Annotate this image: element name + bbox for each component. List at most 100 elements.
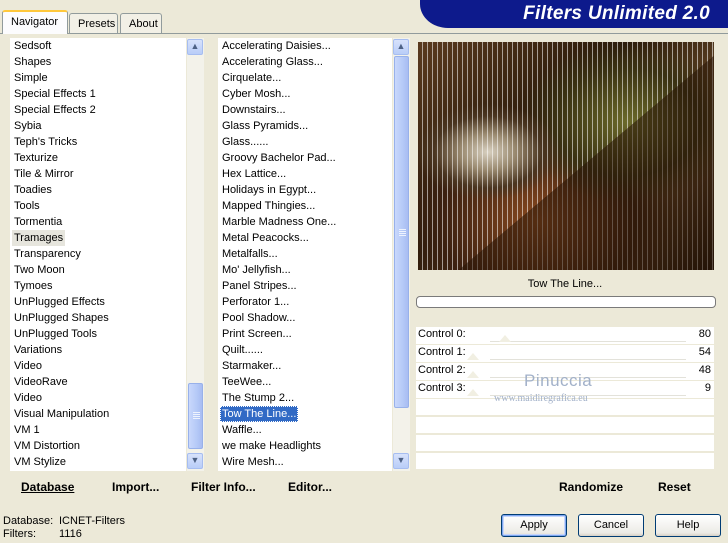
category-item[interactable]: VM 1 bbox=[12, 422, 42, 438]
category-item[interactable]: Tymoes bbox=[12, 278, 55, 294]
filter-item[interactable]: Accelerating Daisies... bbox=[220, 38, 333, 54]
slider-thumb[interactable] bbox=[467, 389, 479, 396]
filter-item[interactable]: Print Screen... bbox=[220, 326, 294, 342]
filter-item[interactable]: The Stump 2... bbox=[220, 390, 296, 406]
scroll-down-icon[interactable]: ▼ bbox=[187, 453, 203, 469]
filter-item[interactable]: Downstairs... bbox=[220, 102, 288, 118]
filter-item[interactable]: Pool Shadow... bbox=[220, 310, 297, 326]
filter-item[interactable]: Cyber Mosh... bbox=[220, 86, 292, 102]
filter-item[interactable]: Metalfalls... bbox=[220, 246, 280, 262]
filter-item[interactable]: Tow The Line... bbox=[220, 406, 299, 422]
category-item[interactable]: VM Stylize bbox=[12, 454, 68, 470]
category-item[interactable]: Tools bbox=[12, 198, 42, 214]
filter-info-button[interactable]: Filter Info... bbox=[191, 480, 256, 494]
category-item[interactable]: Toadies bbox=[12, 182, 54, 198]
control-value: 48 bbox=[698, 364, 711, 376]
status-filters-value: 1116 bbox=[59, 528, 82, 540]
category-item[interactable]: VM Distortion bbox=[12, 438, 82, 454]
filter-item[interactable]: Glass Pyramids... bbox=[220, 118, 310, 134]
scroll-down-icon[interactable]: ▼ bbox=[393, 453, 409, 469]
category-scrollbar[interactable]: ▲ ▼ bbox=[187, 38, 204, 471]
category-item[interactable]: Variations bbox=[12, 342, 64, 358]
control-value: 54 bbox=[698, 346, 711, 358]
reset-button[interactable]: Reset bbox=[658, 480, 691, 494]
filter-item[interactable]: Quilt...... bbox=[220, 342, 265, 358]
category-item[interactable]: Sedsoft bbox=[12, 38, 53, 54]
editor-button[interactable]: Editor... bbox=[288, 480, 332, 494]
category-item[interactable]: Tramages bbox=[12, 230, 66, 246]
filter-item[interactable]: Mo' Jellyfish... bbox=[220, 262, 293, 278]
filter-list[interactable]: Accelerating Daisies... Accelerating Glas… bbox=[218, 38, 392, 471]
category-item[interactable]: Texturize bbox=[12, 150, 60, 166]
category-scroll-thumb[interactable] bbox=[188, 383, 203, 449]
filter-item[interactable]: Marble Madness One... bbox=[220, 214, 338, 230]
filter-item[interactable]: Groovy Bachelor Pad... bbox=[220, 150, 338, 166]
filter-item[interactable]: Wire Mesh... bbox=[220, 454, 286, 470]
category-item[interactable]: Video bbox=[12, 390, 44, 406]
scroll-up-icon[interactable]: ▲ bbox=[187, 39, 203, 55]
category-item[interactable]: Two Moon bbox=[12, 262, 67, 278]
category-item[interactable]: Visual Manipulation bbox=[12, 406, 111, 422]
watermark-name: Pinuccia bbox=[524, 371, 593, 390]
preview-filter-name: Tow The Line... bbox=[527, 278, 603, 290]
slider-thumb[interactable] bbox=[499, 335, 511, 342]
filter-item[interactable]: Metal Peacocks... bbox=[220, 230, 311, 246]
category-item[interactable]: VideoRave bbox=[12, 374, 70, 390]
slider-thumb[interactable] bbox=[467, 371, 479, 378]
status-filters-label: Filters: bbox=[3, 528, 36, 540]
filter-item[interactable]: Waffle... bbox=[220, 422, 264, 438]
category-item[interactable]: Simple bbox=[12, 70, 50, 86]
control-value: 9 bbox=[704, 382, 711, 394]
filter-item[interactable]: Glass...... bbox=[220, 134, 270, 150]
filter-item[interactable]: Mapped Thingies... bbox=[220, 198, 317, 214]
tab-navigator[interactable]: Navigator bbox=[2, 10, 68, 34]
randomize-button[interactable]: Randomize bbox=[559, 480, 623, 494]
filter-item[interactable]: TeeWee... bbox=[220, 374, 273, 390]
status-database-label: Database: bbox=[3, 515, 54, 527]
filter-scrollbar[interactable]: ▲ ▼ bbox=[393, 38, 410, 471]
control-row-0[interactable]: Control 0: 80 bbox=[416, 327, 714, 344]
filter-scroll-thumb[interactable] bbox=[394, 56, 409, 408]
category-item[interactable]: Special Effects 2 bbox=[12, 102, 98, 118]
title-banner: Filters Unlimited 2.0 bbox=[420, 0, 728, 28]
category-item[interactable]: UnPlugged Effects bbox=[12, 294, 107, 310]
import-button[interactable]: Import... bbox=[112, 480, 159, 494]
category-item[interactable]: UnPlugged Shapes bbox=[12, 310, 111, 326]
control-label: Control 2: bbox=[418, 364, 466, 376]
filter-item[interactable]: Hex Lattice... bbox=[220, 166, 288, 182]
slider-track[interactable] bbox=[490, 359, 686, 360]
scroll-up-icon[interactable]: ▲ bbox=[393, 39, 409, 55]
category-item[interactable]: Video bbox=[12, 358, 44, 374]
filter-item[interactable]: Starmaker... bbox=[220, 358, 283, 374]
category-item[interactable]: UnPlugged Tools bbox=[12, 326, 99, 342]
apply-button[interactable]: Apply bbox=[501, 514, 567, 537]
filter-item[interactable]: Cirquelate... bbox=[220, 70, 283, 86]
category-item[interactable]: Shapes bbox=[12, 54, 53, 70]
tab-presets[interactable]: Presets bbox=[69, 13, 118, 33]
category-item[interactable]: Tormentia bbox=[12, 214, 64, 230]
category-list[interactable]: Sedsoft Shapes Simple Special Effects 1 Spec… bbox=[10, 38, 186, 471]
filter-item[interactable]: we make Headlights bbox=[220, 438, 323, 454]
filter-item[interactable]: Perforator 1... bbox=[220, 294, 291, 310]
filter-item[interactable]: Holidays in Egypt... bbox=[220, 182, 318, 198]
slider-track[interactable] bbox=[490, 341, 686, 342]
progress-bar bbox=[416, 296, 716, 308]
category-item[interactable]: Transparency bbox=[12, 246, 83, 262]
control-row-1[interactable]: Control 1: 54 bbox=[416, 345, 714, 362]
control-label: Control 3: bbox=[418, 382, 466, 394]
category-item[interactable]: Tile & Mirror bbox=[12, 166, 75, 182]
help-button[interactable]: Help bbox=[655, 514, 721, 537]
slider-thumb[interactable] bbox=[467, 353, 479, 360]
filter-item[interactable]: Panel Stripes... bbox=[220, 278, 299, 294]
app-title: Filters Unlimited 2.0 bbox=[523, 3, 710, 24]
control-row-empty bbox=[416, 435, 714, 451]
status-database-value: ICNET-Filters bbox=[59, 515, 125, 527]
category-item[interactable]: Sybia bbox=[12, 118, 44, 134]
category-item[interactable]: Special Effects 1 bbox=[12, 86, 98, 102]
tab-about[interactable]: About bbox=[120, 13, 162, 33]
cancel-button[interactable]: Cancel bbox=[578, 514, 644, 537]
control-row-empty bbox=[416, 453, 714, 469]
database-button[interactable]: Database bbox=[21, 480, 74, 494]
category-item[interactable]: Teph's Tricks bbox=[12, 134, 79, 150]
filter-item[interactable]: Accelerating Glass... bbox=[220, 54, 325, 70]
